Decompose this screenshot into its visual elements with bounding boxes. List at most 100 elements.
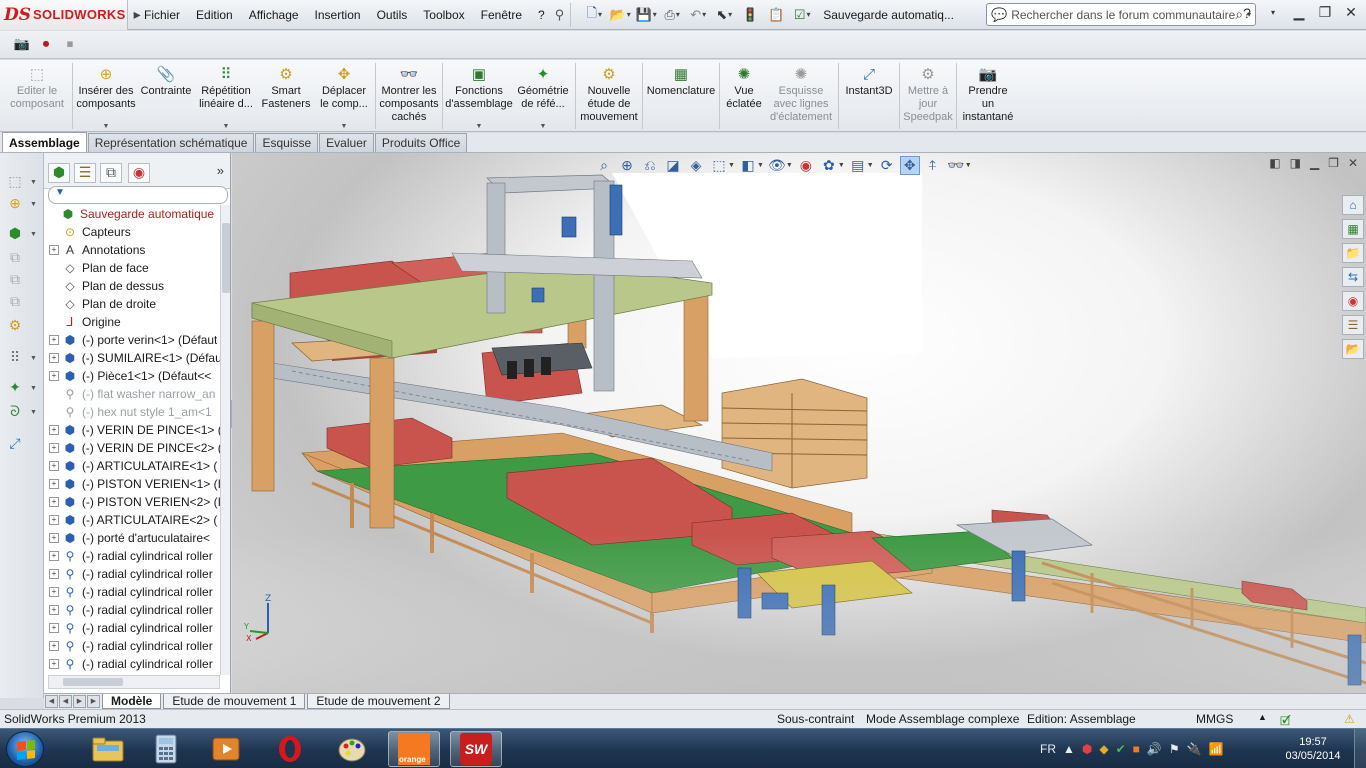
tab-representation-schematique[interactable]: Représentation schématique [87, 133, 255, 152]
expand-toggle-icon[interactable]: + [49, 551, 59, 561]
antivirus-icon[interactable]: ⬢ [1082, 742, 1092, 756]
expand-toggle-icon[interactable]: + [49, 425, 59, 435]
viewport-close-icon[interactable]: ✕ [1348, 156, 1358, 170]
tree-horizontal-scrollbar[interactable] [48, 675, 220, 689]
design-library-icon[interactable]: ▦ [1342, 219, 1364, 239]
tree-node[interactable]: ⊙ Capteurs [44, 223, 220, 241]
appearances-icon[interactable]: ◉ [1342, 291, 1364, 311]
options-icon[interactable]: ☑ ▾ [791, 5, 813, 25]
graphics-area[interactable]: ⌕ ⊕ ⎌ ◪ ◈ ⬚ ▼ ◧ ▼ 👁 ▼ ◉ ✿ ▼ ▤ ▼ ⟳ ✥ ⍏ 👓 ▼ ◧ ◨ … [232, 153, 1366, 693]
tree-node[interactable]: + ⬢ (-) VERIN DE PINCE<2> ( [44, 439, 220, 457]
reference-geometry-icon[interactable]: ✦ [4, 379, 26, 399]
tree-node[interactable]: + ⬢ (-) PISTON VERIEN<1> (I [44, 475, 220, 493]
tab-assemblage[interactable]: Assemblage [2, 132, 87, 152]
explorer-taskbar-button[interactable] [82, 731, 134, 767]
tab-etude-mouvement-1[interactable]: Etude de mouvement 1 [163, 694, 306, 709]
search-input[interactable]: Rechercher dans le forum communautaire [1011, 8, 1235, 22]
assembly-icon[interactable]: ⬢ [4, 225, 26, 245]
community-search-box[interactable]: 💬 Rechercher dans le forum communautaire… [986, 3, 1256, 26]
camera-icon[interactable]: 📷 [12, 36, 32, 54]
bluetooth-icon[interactable]: ◆ [1099, 742, 1108, 756]
display-pane-icon[interactable]: 👓 [946, 157, 966, 174]
dropdown-arrow-icon[interactable]: ▼ [30, 409, 37, 416]
help-dropdown-icon[interactable]: ▾ [1264, 8, 1282, 17]
rotate-view-icon[interactable]: ⟳ [877, 157, 897, 174]
insert-components-button[interactable]: ⊕ Insérer des composants ▼ [75, 60, 137, 132]
edit-component-button[interactable]: ⬚ Editer le composant [4, 60, 70, 132]
custom-properties-icon[interactable]: ☰ [1342, 315, 1364, 335]
up-axis-icon[interactable]: ⍏ [923, 157, 943, 174]
forum-icon[interactable]: 📂 [1342, 339, 1364, 359]
scroll-thumb[interactable] [222, 223, 230, 293]
section-view-icon[interactable]: ◪ [663, 157, 683, 174]
tree-node[interactable]: + ⚲ (-) radial cylindrical roller [44, 655, 220, 673]
calculator-taskbar-button[interactable] [140, 731, 192, 767]
new-motion-study-button[interactable]: ⚙ Nouvelle étude de mouvement [578, 60, 640, 132]
exploded-view-button[interactable]: ✺ Vue éclatée [722, 60, 766, 132]
expand-toggle-icon[interactable]: + [49, 623, 59, 633]
expand-toggle-icon[interactable]: + [49, 659, 59, 669]
edit-appearance-icon[interactable]: ◉ [796, 157, 816, 174]
dropdown-arrow-icon[interactable]: ▼ [30, 385, 37, 392]
display-style-icon[interactable]: ◧ [738, 157, 758, 174]
expand-toggle-icon[interactable]: + [49, 587, 59, 597]
dynamic-annotation-icon[interactable]: ◈ [686, 157, 706, 174]
menu-affichage[interactable]: Affichage [241, 8, 307, 22]
dropdown-arrow-icon[interactable]: ▼ [867, 162, 874, 169]
take-snapshot-button[interactable]: 📷 Prendre un instantané [959, 60, 1017, 132]
dropdown-arrow-icon[interactable]: ▼ [540, 123, 547, 130]
zoom-to-fit-icon[interactable]: ⌕ [594, 157, 614, 174]
stop-record-icon[interactable]: ⏹ [60, 36, 80, 54]
orange-tray-icon[interactable]: ■ [1133, 742, 1140, 756]
menu-toolbox[interactable]: Toolbox [415, 8, 472, 22]
tree-node[interactable]: + ⬢ (-) PISTON VERIEN<2> (I [44, 493, 220, 511]
insert-components-icon[interactable]: ⊕ [4, 195, 26, 215]
view-palette-icon[interactable]: ⇆ [1342, 267, 1364, 287]
menu-fichier[interactable]: Fichier [136, 8, 188, 22]
tree-node[interactable]: + ⬢ (-) porte verin<1> (Défaut [44, 331, 220, 349]
menu-help[interactable]: ? [530, 8, 553, 22]
start-button[interactable] [6, 731, 44, 767]
network-icon[interactable]: 📶 [1209, 742, 1224, 756]
tree-node[interactable]: ⅃ Origine [44, 313, 220, 331]
tree-node[interactable]: + ⬢ (-) porté d'artuculataire< [44, 529, 220, 547]
reference-geometry-button[interactable]: ✦ Géométrie de réfé... ▼ [513, 60, 573, 132]
tree-node[interactable]: + ⚲ (-) radial cylindrical roller [44, 601, 220, 619]
tree-vertical-scrollbar[interactable] [220, 205, 230, 675]
dropdown-arrow-icon[interactable]: ▼ [30, 231, 37, 238]
expand-toggle-icon[interactable]: + [49, 335, 59, 345]
paste-icon[interactable]: ⧉ [4, 271, 26, 291]
tree-node[interactable]: + ⚲ (-) radial cylindrical roller [44, 565, 220, 583]
tab-etude-mouvement-2[interactable]: Etude de mouvement 2 [307, 694, 450, 709]
curve-icon[interactable]: ᘐ [4, 403, 26, 423]
configuration-manager-tab-icon[interactable]: ⧉ [100, 163, 122, 183]
expand-toggle-icon[interactable]: + [49, 461, 59, 471]
unit-system[interactable]: MMGS [1196, 712, 1233, 726]
tree-root-node[interactable]: ⬢ Sauvegarde automatique [44, 205, 220, 223]
menu-insertion[interactable]: Insertion [307, 8, 369, 22]
open-folder-icon[interactable]: 📂 ▾ [609, 5, 631, 25]
menu-edition[interactable]: Edition [188, 8, 241, 22]
tree-node[interactable]: ◇ Plan de face [44, 259, 220, 277]
move-component-button[interactable]: ✥ Déplacer le comp... ▼ [315, 60, 373, 132]
edit-component-icon[interactable]: ⬚ [4, 173, 26, 193]
file-explorer-icon[interactable]: 📁 [1342, 243, 1364, 263]
tree-node[interactable]: + ⬢ (-) VERIN DE PINCE<1> ( [44, 421, 220, 439]
update-speedpak-button[interactable]: ⚙ Mettre à jour Speedpak [902, 60, 954, 132]
display-manager-tab-icon[interactable]: ◉ [128, 163, 150, 183]
orange-taskbar-button[interactable]: orange [388, 731, 440, 767]
expand-toggle-icon[interactable]: + [49, 641, 59, 651]
expand-toggle-icon[interactable]: + [49, 497, 59, 507]
tree-node[interactable]: ◇ Plan de droite [44, 295, 220, 313]
dropdown-arrow-icon[interactable]: ▼ [965, 162, 972, 169]
tree-node[interactable]: + ⚲ (-) radial cylindrical roller [44, 637, 220, 655]
assembly-model-render[interactable] [232, 153, 1366, 693]
media-player-taskbar-button[interactable] [200, 731, 252, 767]
pattern-icon[interactable]: ⠿ [4, 349, 26, 369]
tree-node[interactable]: ⚲ (-) flat washer narrow_an [44, 385, 220, 403]
undo-icon[interactable]: ↶ ▾ [687, 5, 709, 25]
pin-menu-icon[interactable]: ⚲ [555, 7, 565, 23]
tab-modele[interactable]: Modèle [102, 694, 162, 709]
viewport-minimize-icon[interactable]: ▁ [1310, 156, 1319, 170]
tile-left-icon[interactable]: ◧ [1269, 156, 1280, 170]
